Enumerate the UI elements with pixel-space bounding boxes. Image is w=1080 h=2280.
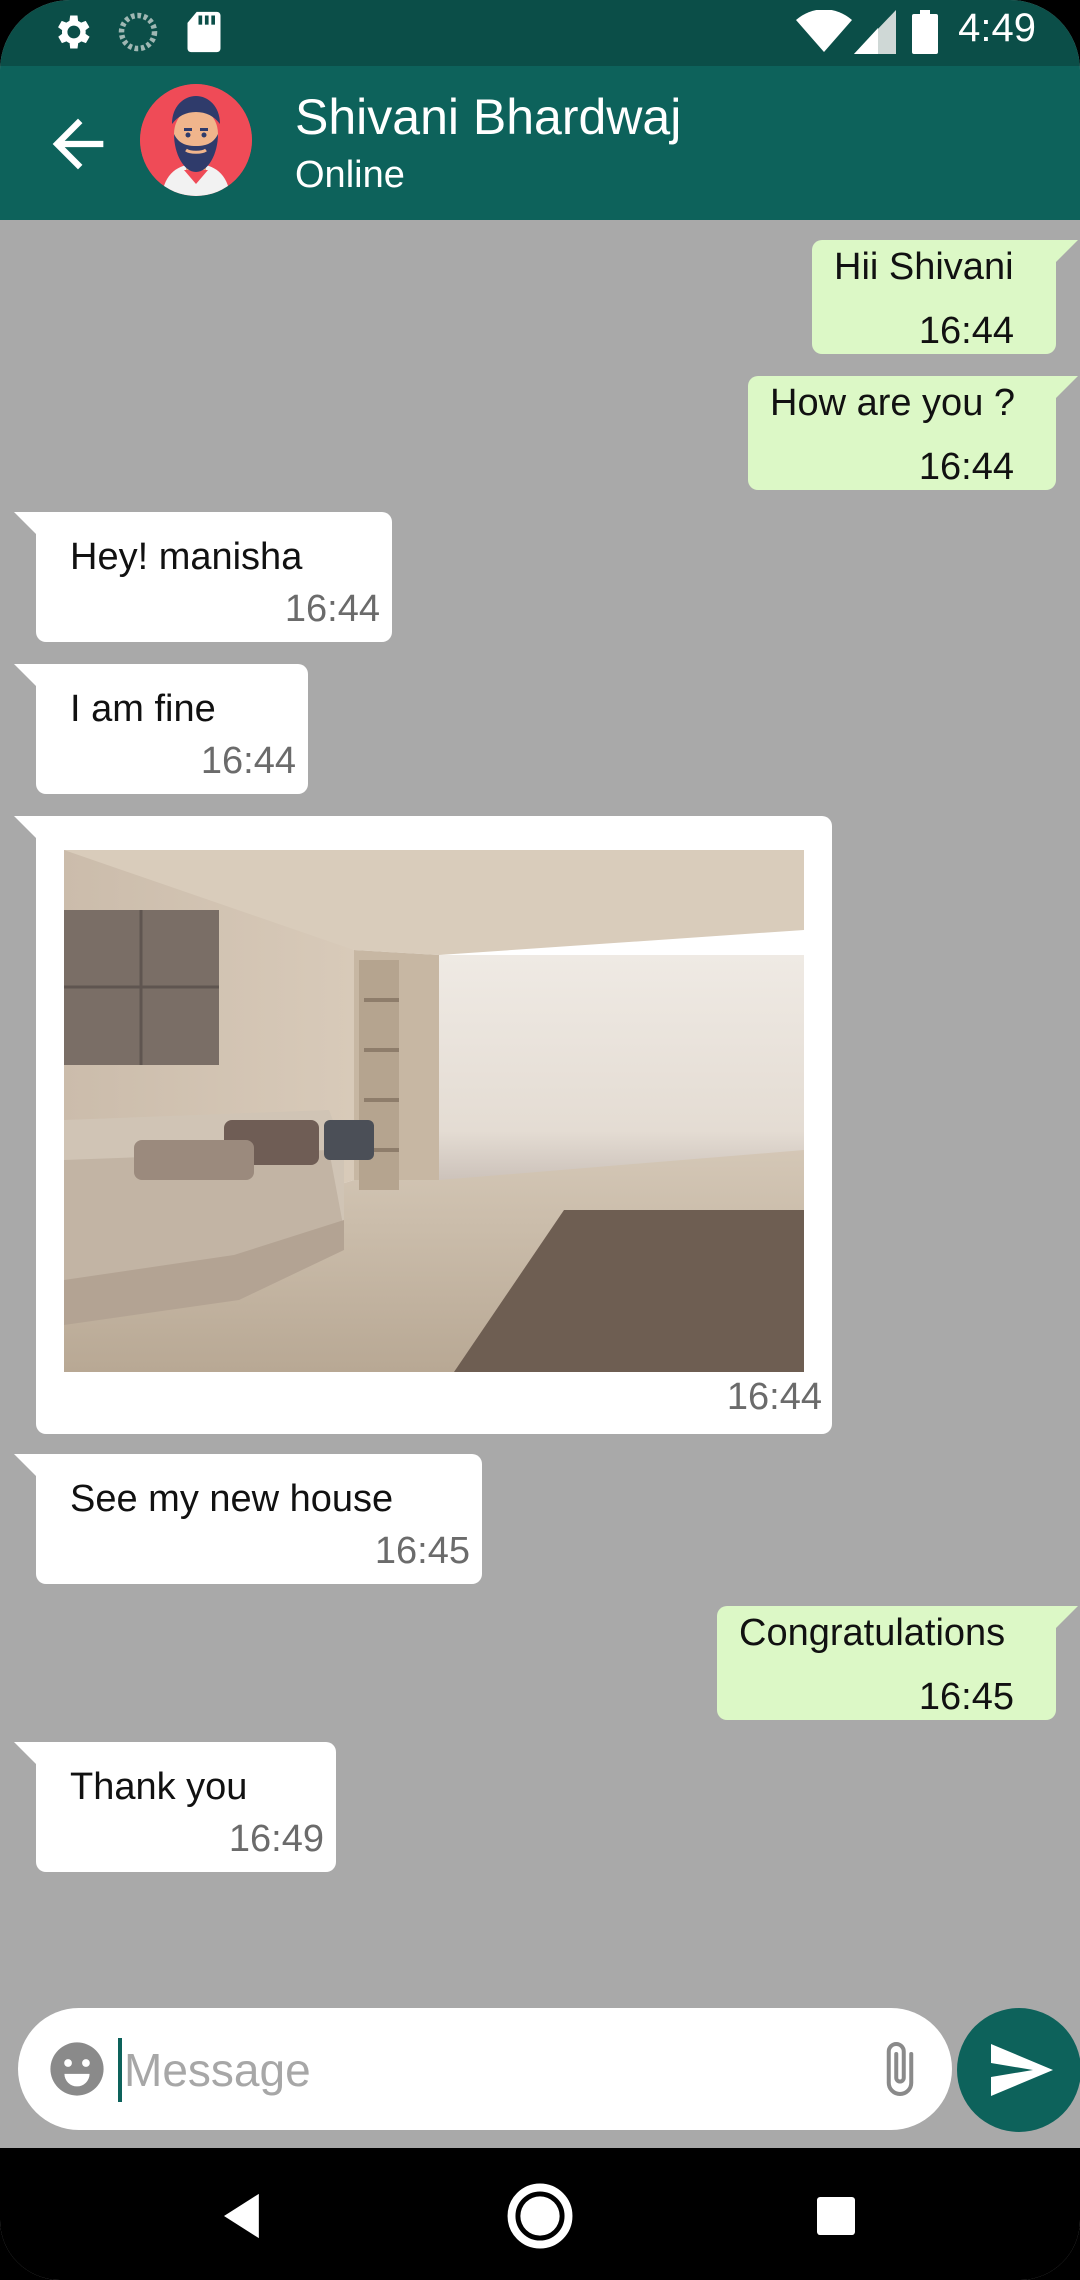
phone-screen: 4:49 Shivani Bhardwaj Online Hii Shivani… — [0, 0, 1080, 2280]
loading-circle-icon — [118, 12, 158, 52]
chat-header: Shivani Bhardwaj Online — [0, 66, 1080, 220]
bubble-tail — [1056, 376, 1078, 398]
message-time: 16:44 — [200, 740, 296, 782]
message-time: 16:44 — [918, 310, 1014, 352]
avatar-illustration — [140, 84, 252, 196]
message-time: 16:45 — [918, 1676, 1014, 1718]
bubble-tail — [14, 1454, 36, 1476]
send-button[interactable] — [957, 2008, 1080, 2132]
send-icon — [991, 2044, 1053, 2096]
message-text: Thank you — [70, 1766, 248, 1808]
message-time: 16:49 — [228, 1818, 324, 1860]
message-text: See my new house — [70, 1478, 394, 1520]
message-time: 16:44 — [284, 588, 380, 630]
battery-icon — [912, 10, 938, 54]
contact-name[interactable]: Shivani Bhardwaj — [295, 88, 681, 146]
home-circle-icon[interactable] — [502, 2178, 578, 2254]
bubble-tail — [14, 664, 36, 686]
message-text: Hii Shivani — [834, 246, 1014, 288]
message-time: 16:45 — [374, 1530, 470, 1572]
message-time: 16:44 — [918, 446, 1014, 488]
message-outgoing[interactable]: How are you ? 16:44 — [748, 376, 1078, 490]
message-outgoing[interactable]: Hii Shivani 16:44 — [812, 240, 1078, 354]
wifi-icon — [796, 10, 852, 52]
bubble-tail — [14, 816, 36, 838]
cell-signal-icon — [854, 10, 896, 54]
message-outgoing[interactable]: Congratulations 16:45 — [717, 1606, 1078, 1720]
recents-square-icon[interactable] — [798, 2178, 874, 2254]
message-incoming[interactable]: Thank you 16:49 — [14, 1742, 336, 1872]
system-navigation-bar — [0, 2148, 1080, 2280]
message-text: Hey! manisha — [70, 536, 303, 578]
message-incoming[interactable]: See my new house 16:45 — [14, 1454, 482, 1584]
contact-avatar[interactable] — [140, 84, 252, 196]
message-incoming[interactable]: Hey! manisha 16:44 — [14, 512, 392, 642]
contact-status: Online — [295, 154, 405, 196]
message-time: 16:44 — [726, 1376, 822, 1418]
sd-card-icon — [187, 11, 221, 53]
arrow-left-icon[interactable] — [40, 106, 116, 182]
emoji-icon[interactable] — [48, 2040, 106, 2098]
message-image-incoming[interactable]: 16:44 — [14, 816, 832, 1434]
paperclip-icon[interactable] — [870, 2038, 930, 2100]
bubble-tail — [14, 512, 36, 534]
message-composer — [18, 2008, 952, 2130]
status-time: 4:49 — [958, 6, 1036, 50]
back-triangle-icon[interactable] — [205, 2178, 281, 2254]
bubble-tail — [1056, 1606, 1078, 1628]
message-input[interactable] — [122, 2030, 826, 2110]
message-incoming[interactable]: I am fine 16:44 — [14, 664, 308, 794]
living-room-photo[interactable] — [64, 850, 804, 1372]
living-room-illustration — [64, 850, 804, 1372]
bubble-tail — [14, 1742, 36, 1764]
bubble-tail — [1056, 240, 1078, 262]
message-text: Congratulations — [739, 1612, 1006, 1654]
message-text: How are you ? — [770, 382, 1016, 424]
status-bar: 4:49 — [0, 0, 1080, 66]
message-text: I am fine — [70, 688, 216, 730]
gear-icon — [58, 15, 90, 49]
